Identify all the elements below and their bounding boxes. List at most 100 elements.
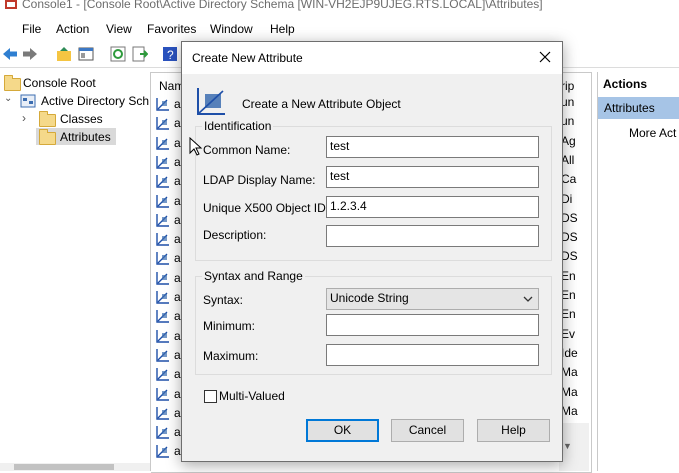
tree-item-attributes[interactable]: Attributes <box>36 128 116 145</box>
cancel-button[interactable]: Cancel <box>391 419 464 442</box>
minimum-label: Minimum: <box>203 319 256 333</box>
more-actions-link[interactable]: More Act <box>629 126 676 140</box>
list-item-name[interactable]: a <box>174 174 181 188</box>
attribute-icon <box>156 98 169 111</box>
back-icon[interactable] <box>2 46 18 62</box>
list-item-name[interactable]: a <box>174 155 181 169</box>
menu-favorites[interactable]: Favorites <box>147 22 196 36</box>
menu-file[interactable]: File <box>22 22 41 36</box>
syntax-select[interactable]: Unicode String <box>326 288 539 310</box>
schema-icon <box>20 94 36 108</box>
forward-icon[interactable] <box>22 46 38 62</box>
list-item-description: En <box>561 288 576 302</box>
ok-button[interactable]: OK <box>306 419 379 442</box>
scroll-down-icon[interactable]: ▼ <box>563 441 572 451</box>
attribute-icon <box>156 368 169 381</box>
maximum-field[interactable] <box>326 344 539 366</box>
help-button[interactable]: Help <box>477 419 550 442</box>
list-item-name[interactable]: a <box>174 213 181 227</box>
maximum-label: Maximum: <box>203 349 259 363</box>
x500-object-id-field[interactable]: 1.2.3.4 <box>326 196 539 218</box>
list-item-name[interactable]: a <box>174 271 181 285</box>
actions-section-attributes[interactable]: Attributes <box>598 97 679 119</box>
list-item-name[interactable]: a <box>174 406 181 420</box>
list-item-name[interactable]: a <box>174 290 181 304</box>
list-item-name[interactable]: a <box>174 116 181 130</box>
mmc-app-icon <box>5 0 17 9</box>
attribute-icon <box>156 233 169 246</box>
list-item-description: un <box>561 114 575 129</box>
list-item-name[interactable]: a <box>174 348 181 362</box>
svg-text:?: ? <box>167 48 174 62</box>
dialog-title: Create New Attribute <box>192 51 303 65</box>
vertical-scrollbar[interactable]: ▼ <box>559 423 589 471</box>
refresh-icon[interactable] <box>110 46 126 62</box>
menu-bar: File Action View Favorites Window Help <box>0 20 679 40</box>
attribute-icon <box>156 155 169 169</box>
collapsed-chevron-icon[interactable]: › <box>22 111 26 125</box>
identification-legend: Identification <box>202 119 274 133</box>
x500-object-id-label: Unique X500 Object ID: <box>203 201 330 215</box>
attribute-icon <box>156 175 169 188</box>
minimum-field[interactable] <box>326 314 539 336</box>
list-item-name[interactable]: a <box>174 136 181 150</box>
list-item-description: Ide <box>561 345 578 360</box>
menu-help[interactable]: Help <box>270 22 295 36</box>
up-folder-icon[interactable] <box>56 46 72 62</box>
list-item-name[interactable]: a <box>174 387 181 401</box>
attribute-object-icon <box>197 88 225 115</box>
menu-action[interactable]: Action <box>56 22 89 36</box>
tree-horizontal-scrollbar[interactable] <box>0 463 150 471</box>
attribute-icon <box>156 213 169 227</box>
list-item-description: Ma <box>561 384 578 399</box>
folder-icon <box>39 129 56 145</box>
attribute-icon <box>156 194 169 208</box>
list-item-name[interactable]: a <box>174 97 181 111</box>
description-label: Description: <box>203 228 267 242</box>
list-item-description: Ma <box>561 365 578 380</box>
list-item-name[interactable]: a <box>174 194 181 208</box>
ldap-display-name-field[interactable]: test <box>326 166 539 188</box>
menu-window[interactable]: Window <box>210 22 253 36</box>
attribute-icon <box>156 117 169 130</box>
list-item-name[interactable]: a <box>174 444 181 458</box>
dialog-title-bar: Create New Attribute <box>182 42 562 74</box>
attribute-icon <box>156 310 169 323</box>
create-new-attribute-dialog: Create New Attribute Create a New Attrib… <box>181 41 563 462</box>
list-item-name[interactable]: a <box>174 251 181 265</box>
list-item-description: Ev <box>561 326 576 341</box>
chevron-down-icon[interactable] <box>523 295 533 303</box>
list-item-description: DS <box>561 210 578 225</box>
tree-label: Active Directory Sch <box>41 94 150 108</box>
actions-pane: Actions Attributes More Act <box>597 72 679 471</box>
show-hide-tree-icon[interactable] <box>78 46 94 62</box>
attribute-icon <box>156 445 169 459</box>
syntax-label: Syntax: <box>203 293 244 307</box>
list-item-description: Ma <box>561 403 578 418</box>
export-list-icon[interactable] <box>132 46 148 62</box>
list-item-name[interactable]: a <box>174 329 181 343</box>
list-item-name[interactable]: a <box>174 232 181 246</box>
column-header-description[interactable]: rip <box>561 79 574 93</box>
common-name-field[interactable]: test <box>326 136 539 158</box>
actions-header: Actions <box>603 77 648 91</box>
tree-label: Console Root <box>23 76 96 90</box>
dialog-subtitle: Create a New Attribute Object <box>242 97 401 111</box>
multi-valued-label: Multi-Valued <box>219 389 285 403</box>
console-tree: Console Root ⌄ Active Directory Sch › Cl… <box>0 72 151 471</box>
list-item-name[interactable]: a <box>174 367 181 381</box>
list-item-description: DS <box>561 230 578 245</box>
ldap-display-name-label: LDAP Display Name: <box>203 173 316 187</box>
description-field[interactable] <box>326 225 539 247</box>
list-item-name[interactable]: a <box>174 425 181 439</box>
multi-valued-checkbox[interactable] <box>204 390 217 403</box>
window-title: Console1 - [Console Root\Active Director… <box>22 0 543 11</box>
attribute-icon <box>156 348 169 362</box>
list-item-name[interactable]: a <box>174 309 181 323</box>
tree-label: Classes <box>60 112 103 126</box>
attribute-icon <box>156 387 169 401</box>
expanded-chevron-icon[interactable]: ⌄ <box>4 93 12 104</box>
close-icon[interactable] <box>539 51 551 63</box>
help-icon[interactable]: ? <box>162 46 178 62</box>
menu-view[interactable]: View <box>106 22 132 36</box>
